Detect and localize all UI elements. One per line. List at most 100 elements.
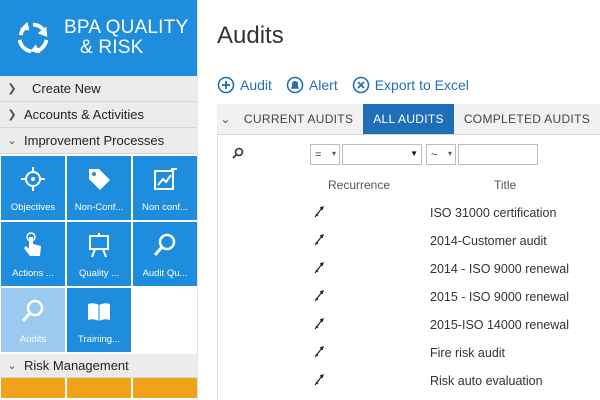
operator-value: ~: [431, 148, 438, 161]
value-select-1[interactable]: ▼: [342, 144, 422, 165]
operator-select-1[interactable]: = ▾: [310, 144, 340, 165]
chevron-down-icon: ▾: [331, 149, 336, 158]
tile-label: Quality ...: [78, 268, 120, 279]
audit-title[interactable]: 2015-ISO 14000 renewal: [430, 318, 569, 332]
nav-accounts-label: Accounts & Activities: [24, 107, 144, 122]
recurrence-icon: [314, 234, 324, 246]
target-icon: [21, 167, 45, 191]
chevron-down-icon: ⌄: [7, 135, 17, 147]
tab-completed-audits[interactable]: COMPLETED AUDITS: [454, 104, 600, 134]
nav-accounts-activities[interactable]: ❯ Accounts & Activities: [0, 102, 197, 128]
table-row[interactable]: Fire risk audit: [218, 339, 600, 367]
column-header-title[interactable]: Title: [494, 178, 516, 192]
audit-title[interactable]: ISO 31000 certification: [430, 206, 556, 220]
chevron-right-icon: ❯: [7, 109, 17, 121]
tile-objectives[interactable]: Objectives: [1, 156, 65, 220]
audit-title[interactable]: 2014 - ISO 9000 renewal: [430, 262, 569, 276]
risk-tile[interactable]: [133, 378, 197, 398]
brand-line-2: & RISK: [80, 37, 144, 58]
tile-label: Audits: [19, 334, 47, 345]
tab-all-audits[interactable]: ALL AUDITS: [363, 104, 454, 134]
tile-label: Training...: [78, 334, 120, 345]
book-icon: [88, 303, 110, 321]
nav-improvement-processes[interactable]: ⌄ Improvement Processes: [0, 128, 197, 154]
magnifier-icon: [153, 233, 176, 256]
action-bar: Audit Alert Export to Excel: [217, 76, 483, 94]
nav-improvement-label: Improvement Processes: [24, 133, 165, 148]
risk-tiles: [0, 378, 197, 398]
tile-label: Non conf...: [142, 202, 188, 213]
brand-header[interactable]: BPA QUALITY & RISK: [0, 0, 197, 76]
risk-tile[interactable]: [67, 378, 131, 398]
tile-non-conformity-analysis[interactable]: Non conf...: [133, 156, 197, 220]
audits-grid: = ▾ ▼ ~ ▾ Recurrence Title ISO 31000 cer…: [217, 135, 600, 400]
main-content: Audits Audit Alert Export to Excel ⌄ CUR…: [198, 0, 600, 400]
nav-risk-management[interactable]: ⌄ Risk Management: [0, 354, 197, 378]
recurrence-icon: [314, 374, 324, 386]
brand-name: BPA QUALITY & RISK: [64, 18, 188, 58]
excel-export-icon: [352, 76, 370, 94]
search-icon[interactable]: [232, 147, 244, 159]
tile-quality[interactable]: Quality ...: [67, 222, 131, 286]
table-row[interactable]: Risk auto evaluation: [218, 367, 600, 395]
tag-icon: [89, 169, 110, 190]
alert-button[interactable]: Alert: [286, 76, 338, 94]
tile-label: Audit Qu...: [142, 268, 188, 279]
tile-label: Objectives: [10, 202, 56, 213]
improvement-tiles: Objectives Non-Conf... Non conf... Actio…: [0, 154, 197, 354]
sync-logo-icon: [17, 21, 49, 54]
plus-circle-icon: [217, 76, 235, 94]
export-excel-label: Export to Excel: [374, 77, 469, 93]
recurrence-icon: [314, 318, 324, 330]
brand-line-1: BPA QUALITY: [64, 17, 189, 38]
tab-current-audits[interactable]: CURRENT AUDITS: [234, 104, 363, 134]
risk-tile[interactable]: [1, 378, 65, 398]
operator-select-2[interactable]: ~ ▾: [426, 144, 456, 165]
column-header-recurrence[interactable]: Recurrence: [328, 178, 390, 192]
chevron-down-icon: ▾: [447, 149, 452, 158]
add-audit-label: Audit: [240, 77, 272, 93]
table-row[interactable]: ISO 31000 certification: [218, 199, 600, 227]
tile-audit-questionnaires[interactable]: Audit Qu...: [133, 222, 197, 286]
table-row[interactable]: 2015-ISO 14000 renewal: [218, 311, 600, 339]
easel-icon: [89, 233, 109, 258]
title-filter-input[interactable]: [458, 144, 538, 165]
view-tabs: ⌄ CURRENT AUDITS ALL AUDITS COMPLETED AU…: [217, 104, 600, 135]
nav-create-new[interactable]: ❯ Create New: [0, 76, 197, 102]
hand-pointer-icon: [24, 232, 41, 256]
table-row[interactable]: 2015 - ISO 9000 renewal: [218, 283, 600, 311]
tile-actions[interactable]: Actions ...: [1, 222, 65, 286]
edit-chart-icon: [154, 168, 177, 190]
audit-title[interactable]: Risk auto evaluation: [430, 374, 543, 388]
chevron-right-icon: ❯: [7, 83, 17, 95]
audit-title[interactable]: Fire risk audit: [430, 346, 505, 360]
tile-non-conformities[interactable]: Non-Conf...: [67, 156, 131, 220]
chevron-down-icon[interactable]: ⌄: [217, 104, 234, 134]
nav-risk-label: Risk Management: [24, 358, 129, 373]
recurrence-icon: [314, 262, 324, 274]
add-audit-button[interactable]: Audit: [217, 76, 272, 94]
magnifier-icon: [21, 299, 44, 322]
chevron-down-icon: ⌄: [7, 360, 17, 372]
operator-value: =: [315, 148, 322, 161]
audit-title[interactable]: 2015 - ISO 9000 renewal: [430, 290, 569, 304]
tile-label: Non-Conf...: [74, 202, 124, 213]
chevron-down-icon: ▼: [410, 149, 418, 158]
alert-label: Alert: [308, 77, 338, 93]
bell-icon: [286, 76, 304, 94]
recurrence-icon: [314, 206, 324, 218]
tile-label: Actions ...: [12, 268, 54, 279]
audit-rows: ISO 31000 certification 2014-Customer au…: [218, 199, 600, 395]
export-excel-button[interactable]: Export to Excel: [352, 76, 469, 94]
table-row[interactable]: 2014 - ISO 9000 renewal: [218, 255, 600, 283]
page-title: Audits: [217, 22, 284, 49]
nav-create-new-label: Create New: [32, 81, 101, 96]
table-row[interactable]: 2014-Customer audit: [218, 227, 600, 255]
recurrence-icon: [314, 290, 324, 302]
sidebar: BPA QUALITY & RISK ❯ Create New ❯ Accoun…: [0, 0, 198, 400]
recurrence-icon: [314, 346, 324, 358]
tile-training[interactable]: Training...: [67, 288, 131, 352]
audit-title[interactable]: 2014-Customer audit: [430, 234, 547, 248]
filter-row: = ▾ ▼ ~ ▾: [218, 144, 600, 166]
tile-audits[interactable]: Audits: [1, 288, 65, 352]
